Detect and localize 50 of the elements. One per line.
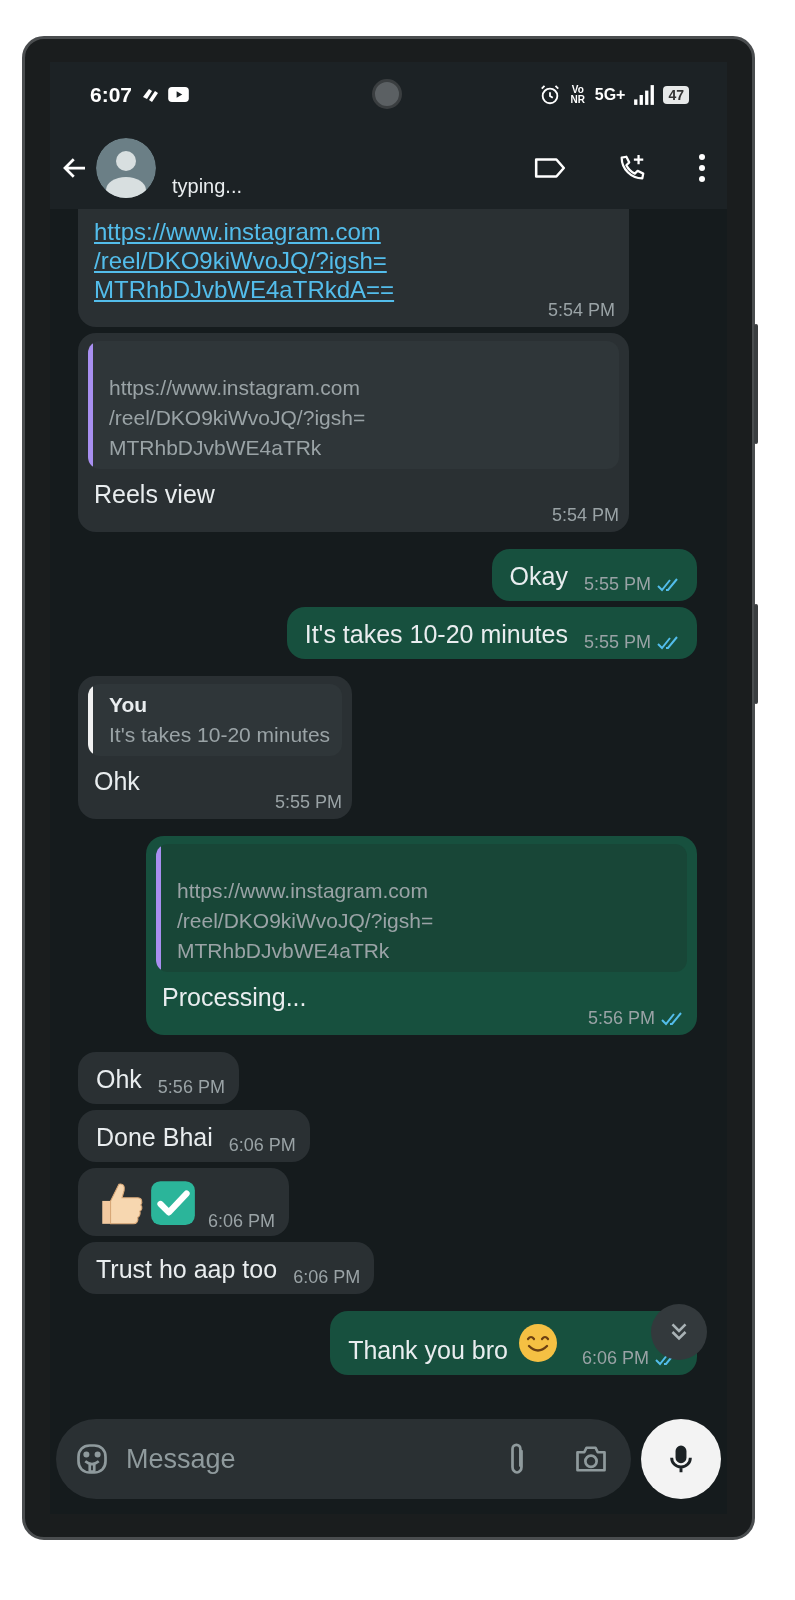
quote-author: You [109,692,149,718]
received-message-bubble[interactable]: 6:06 PM [78,1168,290,1236]
sent-message-bubble[interactable]: Thank you bro 6:06 PM [330,1311,697,1375]
message-text: Done Bhai [96,1122,213,1152]
preview-url-text: /reel/DKO9kiWvoJQ/?igsh= [177,908,434,934]
received-message-bubble[interactable]: Ohk 5:56 PM [78,1052,239,1104]
message-text: Ohk [94,766,141,796]
message-text: Reels view [94,479,216,509]
preview-url-text: https://www.instagram.com [177,878,429,904]
preview-url-text: MTRhbDJvbWE4aTRk [109,435,323,461]
message-time: 5:55 PM [583,574,651,595]
message-time: 6:06 PM [228,1135,296,1156]
message-text: Ohk [96,1064,142,1094]
message-link[interactable]: https://www.instagram.com [94,217,615,246]
volte-label: Vo NR [569,84,586,105]
message-time: 5:55 PM [583,632,651,653]
received-message-bubble[interactable]: https://www.instagram.com /reel/DKO9kiWvoJQ/?igsh= MTRhbDJvbWE4aTRk Reels view 5:54 PM [78,333,629,532]
message-time: 6:06 PM [581,1348,649,1369]
message-text: Trust ho aap too [96,1254,278,1284]
sent-message-bubble[interactable]: It's takes 10-20 minutes 5:55 PM [286,607,697,659]
network-label: 5G+ [594,85,626,104]
message-input-field[interactable]: Message [124,1442,491,1476]
message-time: 5:54 PM [551,505,619,526]
received-message-bubble[interactable]: https://www.instagram.com /reel/DKO9kiWvoJQ/?igsh= MTRhbDJvbWE4aTRkdA== 5:54 PM [78,209,629,327]
preview-url-text: https://www.instagram.com [109,375,361,401]
received-message-bubble[interactable]: Done Bhai 6:06 PM [78,1110,310,1162]
message-link[interactable]: /reel/DKO9kiWvoJQ/?igsh= [94,246,615,275]
received-message-bubble[interactable]: You It's takes 10-20 minutes Ohk 5:55 PM [78,676,353,819]
preview-url-text: MTRhbDJvbWE4aTRk [177,938,391,964]
message-time: 5:56 PM [587,1008,655,1029]
typing-status: typing... [172,174,243,198]
message-text: Thank you bro [348,1335,508,1365]
message-text: Okay [509,561,568,591]
sent-message-bubble[interactable]: https://www.instagram.com /reel/DKO9kiWvoJQ/?igsh= MTRhbDJvbWE4aTRk Processing... 5:56 PM [146,836,697,1035]
link-preview-card[interactable]: https://www.instagram.com /reel/DKO9kiWvoJQ/?igsh= MTRhbDJvbWE4aTRk [88,341,619,469]
battery-indicator: 47 [663,85,689,104]
preview-url-text: /reel/DKO9kiWvoJQ/?igsh= [109,405,366,431]
quoted-message-card[interactable]: You It's takes 10-20 minutes [88,684,343,756]
link-preview-card[interactable]: https://www.instagram.com /reel/DKO9kiWvoJQ/?igsh= MTRhbDJvbWE4aTRk [156,844,687,972]
message-field[interactable]: Message [56,1419,631,1499]
message-time: 5:55 PM [275,792,343,813]
message-text: It's takes 10-20 minutes [304,619,568,649]
sent-message-bubble[interactable]: Okay 5:55 PM [491,549,697,601]
message-text: Processing... [162,982,308,1012]
message-time: 6:06 PM [208,1211,276,1232]
message-time: 5:56 PM [157,1077,225,1098]
quote-text: It's takes 10-20 minutes [109,722,331,748]
received-message-bubble[interactable]: Trust ho aap too 6:06 PM [78,1242,375,1294]
message-time: 6:06 PM [293,1267,361,1288]
clock-time: 6:07 [90,82,133,107]
